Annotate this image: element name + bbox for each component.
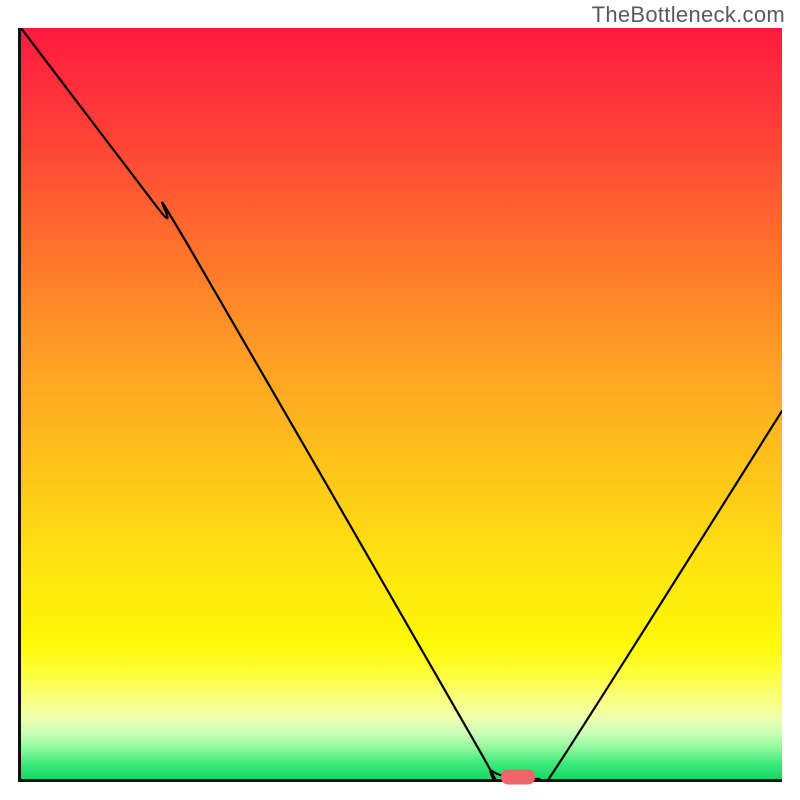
watermark-text: TheBottleneck.com	[592, 2, 785, 28]
curve-svg	[21, 28, 782, 779]
plot-area	[18, 28, 782, 782]
chart-container: TheBottleneck.com	[0, 0, 800, 800]
optimal-marker	[501, 770, 535, 785]
bottleneck-curve-path	[21, 28, 782, 779]
